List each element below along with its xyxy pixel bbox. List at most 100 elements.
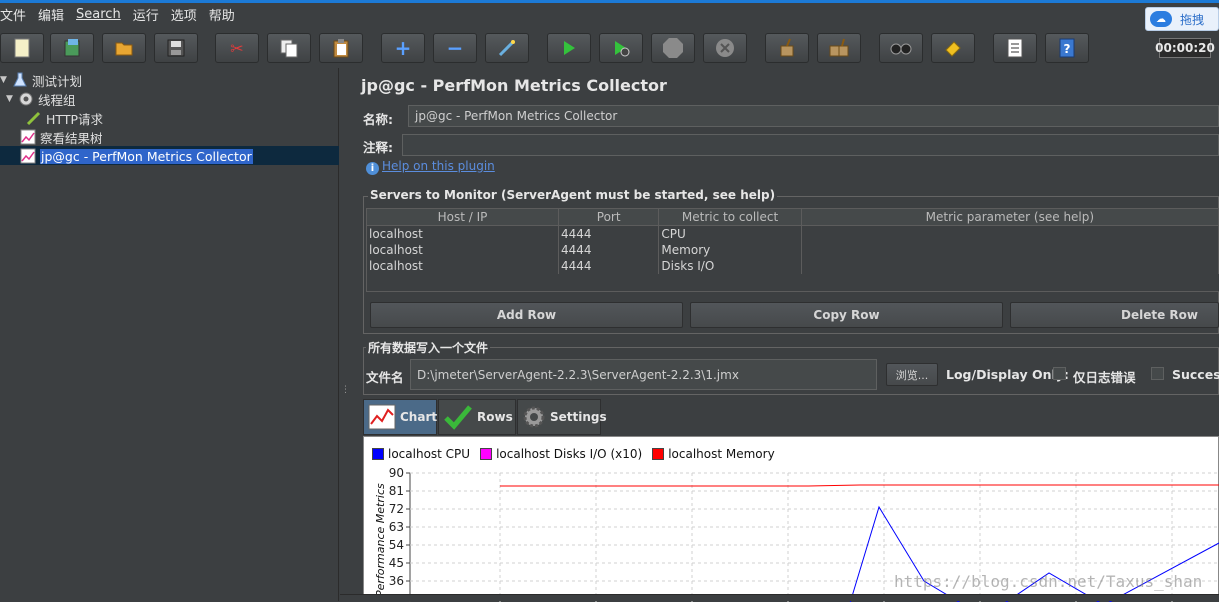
column-header-parameter[interactable]: Metric parameter (see help)	[800, 208, 1219, 226]
broom-icon	[776, 38, 798, 58]
templates-button[interactable]	[50, 33, 94, 63]
column-header-port[interactable]: Port	[557, 208, 660, 226]
pipette-icon	[26, 110, 42, 126]
panel-splitter[interactable]: ⋮	[339, 68, 350, 601]
table-cell[interactable]	[800, 241, 1219, 258]
svg-text:?: ?	[1064, 42, 1071, 56]
tab-label: Settings	[550, 410, 607, 424]
help-link[interactable]: Help on this plugin	[382, 159, 495, 173]
shutdown-button[interactable]	[703, 33, 747, 63]
browse-button[interactable]: 浏览...	[886, 363, 938, 386]
tree-item-label: jp@gc - PerfMon Metrics Collector	[40, 148, 253, 164]
clear-all-button[interactable]	[817, 33, 861, 63]
successes-checkbox[interactable]	[1151, 367, 1164, 380]
flask-icon	[12, 72, 28, 88]
perfmon-panel: jp@gc - PerfMon Metrics Collector 名称: jp…	[340, 68, 1219, 602]
clear-button[interactable]	[765, 33, 809, 63]
collapse-button[interactable]: −	[433, 33, 477, 63]
expand-arrow-icon[interactable]: ▼	[0, 75, 10, 85]
comment-field[interactable]	[402, 134, 1219, 156]
menu-run[interactable]: 运行	[133, 5, 165, 24]
copy-icon	[278, 38, 300, 58]
table-cell[interactable]: 4444	[557, 241, 660, 258]
tree-item-http-request[interactable]: HTTP请求	[26, 109, 103, 127]
horizontal-scrollbar[interactable]	[340, 594, 1219, 601]
filename-field[interactable]: D:\jmeter\ServerAgent-2.2.3\ServerAgent-…	[410, 359, 877, 390]
wand-icon	[496, 38, 518, 58]
new-button[interactable]	[0, 33, 44, 63]
expand-arrow-icon[interactable]: ▼	[6, 94, 16, 104]
table-cell[interactable]: localhost	[366, 241, 559, 258]
search-button[interactable]	[879, 33, 923, 63]
open-button[interactable]	[102, 33, 146, 63]
menu-edit[interactable]: 编辑	[38, 5, 70, 24]
menu-options[interactable]: 选项	[171, 5, 203, 24]
paste-button[interactable]	[319, 33, 363, 63]
filename-label: 文件名	[366, 370, 404, 385]
binoculars-icon	[890, 38, 912, 58]
expand-button[interactable]: +	[381, 33, 425, 63]
minus-icon: −	[446, 36, 464, 60]
page-title: jp@gc - PerfMon Metrics Collector	[361, 76, 667, 95]
add-row-button[interactable]: Add Row	[370, 302, 683, 328]
list-icon	[1004, 38, 1026, 58]
tree-item-perfmon-collector[interactable]: jp@gc - PerfMon Metrics Collector	[20, 147, 253, 165]
tree-item-view-results-tree[interactable]: 察看结果树	[20, 128, 103, 146]
tree-item-test-plan[interactable]: ▼ 测试计划	[0, 71, 82, 89]
elapsed-timer: 00:00:20	[1155, 38, 1215, 58]
tree-item-label: 线程组	[38, 92, 76, 108]
start-no-pauses-button[interactable]	[599, 33, 643, 63]
tree-item-thread-group[interactable]: ▼ 线程组	[6, 90, 76, 108]
cut-button[interactable]: ✂	[215, 33, 259, 63]
broom-all-icon	[828, 38, 850, 58]
info-icon: i	[366, 162, 379, 175]
function-helper-button[interactable]	[993, 33, 1037, 63]
copy-row-button[interactable]: Copy Row	[690, 302, 1003, 328]
y-tick-label: 63	[389, 520, 404, 534]
menu-bar: 文件 编辑 Search 运行 选项 帮助	[0, 3, 1219, 25]
servers-table: Host / IP Port Metric to collect Metric …	[366, 208, 1219, 274]
tab-label: Rows	[477, 410, 513, 424]
column-header-metric[interactable]: Metric to collect	[658, 208, 802, 226]
play-timer-icon	[610, 38, 632, 58]
table-cell[interactable]: Memory	[658, 241, 802, 258]
clipboard-icon	[330, 38, 352, 58]
toggle-button[interactable]	[485, 33, 529, 63]
save-button[interactable]	[154, 33, 198, 63]
column-header-host[interactable]: Host / IP	[366, 208, 559, 226]
y-tick-label: 90	[389, 466, 404, 480]
help-button[interactable]: ?	[1045, 33, 1089, 63]
stop-icon	[662, 38, 684, 58]
graph-icon	[20, 148, 36, 164]
tab-rows[interactable]: Rows	[438, 399, 516, 435]
y-tick-label: 81	[389, 484, 404, 498]
errors-only-checkbox[interactable]	[1053, 367, 1066, 380]
menu-help[interactable]: 帮助	[209, 5, 241, 24]
stop-button[interactable]	[651, 33, 695, 63]
table-row[interactable]: localhost 4444 CPU	[366, 225, 1219, 242]
start-button[interactable]	[547, 33, 591, 63]
table-row[interactable]: localhost 4444 Memory	[366, 241, 1219, 258]
menu-file[interactable]: 文件	[0, 5, 32, 24]
tab-chart[interactable]: Chart	[363, 399, 437, 435]
table-divider	[366, 272, 1219, 292]
new-doc-icon	[11, 38, 33, 58]
table-cell[interactable]: 4444	[557, 225, 660, 242]
copy-button[interactable]	[267, 33, 311, 63]
series-line-memory	[500, 484, 1219, 487]
table-cell[interactable]	[800, 225, 1219, 242]
tab-label: Chart	[400, 410, 438, 424]
table-cell[interactable]: localhost	[366, 225, 559, 242]
plus-icon: +	[394, 36, 412, 60]
successes-label: Success	[1172, 367, 1219, 382]
table-cell[interactable]: CPU	[658, 225, 802, 242]
graph-icon	[20, 129, 36, 145]
reset-search-button[interactable]	[931, 33, 975, 63]
tree-item-label: HTTP请求	[46, 111, 103, 127]
servers-group-title: Servers to Monitor (ServerAgent must be …	[368, 188, 778, 202]
tab-settings[interactable]: Settings	[517, 399, 607, 435]
name-field[interactable]: jp@gc - PerfMon Metrics Collector	[408, 105, 1219, 127]
metrics-chart: localhost CPU localhost Disks I/O (x10) …	[363, 436, 1219, 602]
menu-search[interactable]: Search	[76, 7, 127, 22]
delete-row-button[interactable]: Delete Row	[1010, 302, 1219, 328]
